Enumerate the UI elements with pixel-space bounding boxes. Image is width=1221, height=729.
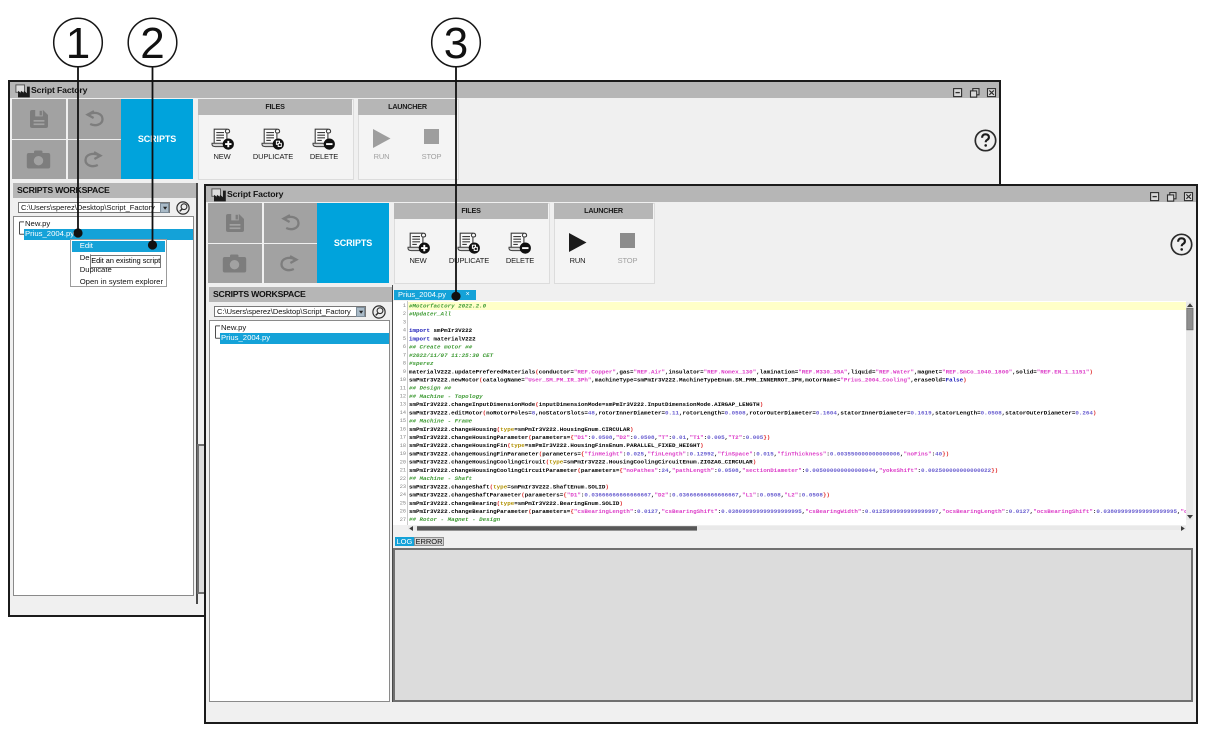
svg-text:2: 2 xyxy=(140,19,164,68)
svg-text:1: 1 xyxy=(66,19,90,68)
svg-text:3: 3 xyxy=(444,19,468,68)
